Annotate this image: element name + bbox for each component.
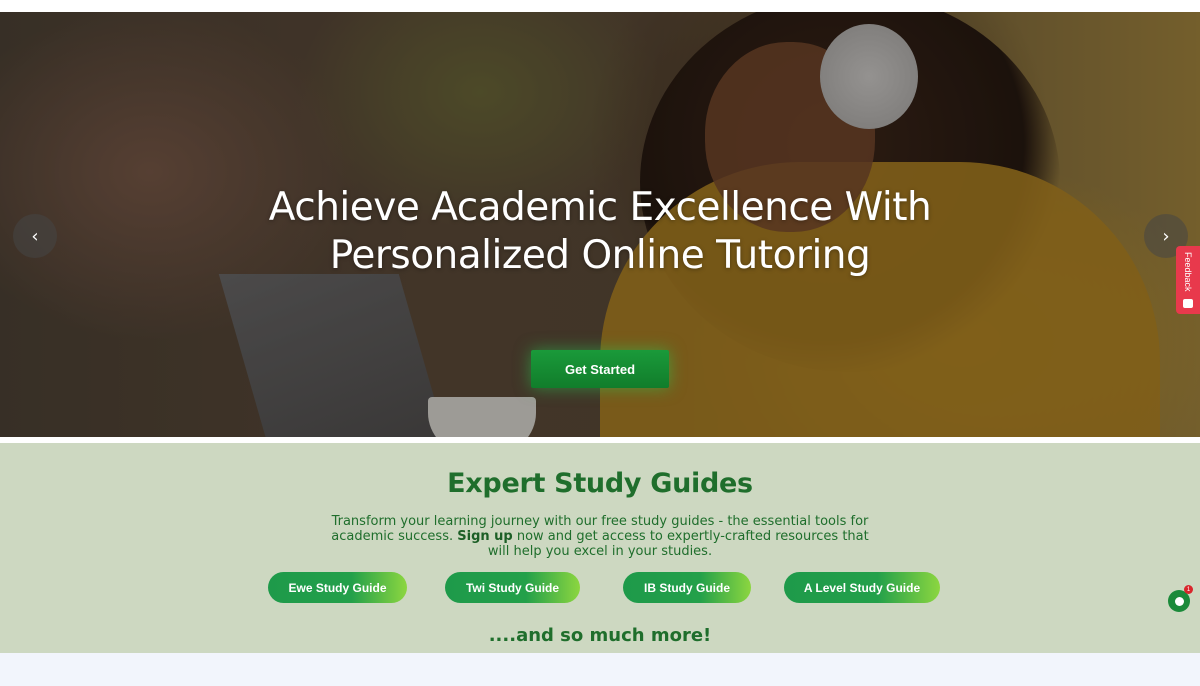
chevron-left-icon: ‹ [31, 225, 39, 247]
chat-notification-badge: 1 [1184, 585, 1193, 594]
feedback-tab[interactable]: Feedback [1176, 246, 1200, 314]
and-so-much-more-text: ....and so much more! [488, 625, 712, 646]
study-guides-description: Transform your learning journey with our… [330, 514, 870, 559]
hero-title-line-2: Personalized Online Tutoring [329, 233, 871, 278]
chevron-right-icon: › [1162, 225, 1170, 247]
ib-study-guide-button[interactable]: IB Study Guide [623, 572, 751, 603]
chat-widget-button[interactable]: 1 [1168, 585, 1193, 612]
sign-up-link[interactable]: Sign up [457, 529, 512, 544]
carousel-prev-button[interactable]: ‹ [13, 214, 57, 258]
feedback-label: Feedback [1183, 252, 1193, 292]
twi-study-guide-button[interactable]: Twi Study Guide [445, 572, 580, 603]
study-guides-title: Expert Study Guides [447, 468, 753, 499]
chat-bubble-icon [1174, 596, 1184, 606]
hero-title-line-1: Achieve Academic Excellence With [268, 185, 932, 230]
hero-title: Achieve Academic Excellence With Persona… [0, 184, 1200, 280]
feedback-icon [1183, 299, 1193, 308]
hero-carousel: Achieve Academic Excellence With Persona… [0, 12, 1200, 437]
next-section-strip [0, 653, 1200, 686]
study-guides-section: Expert Study Guides Transform your learn… [0, 443, 1200, 653]
page: Achieve Academic Excellence With Persona… [0, 0, 1200, 686]
a-level-study-guide-button[interactable]: A Level Study Guide [784, 572, 940, 603]
get-started-button[interactable]: Get Started [531, 350, 669, 388]
ewe-study-guide-button[interactable]: Ewe Study Guide [268, 572, 407, 603]
description-text-end: now and get access to expertly-crafted r… [487, 529, 869, 559]
